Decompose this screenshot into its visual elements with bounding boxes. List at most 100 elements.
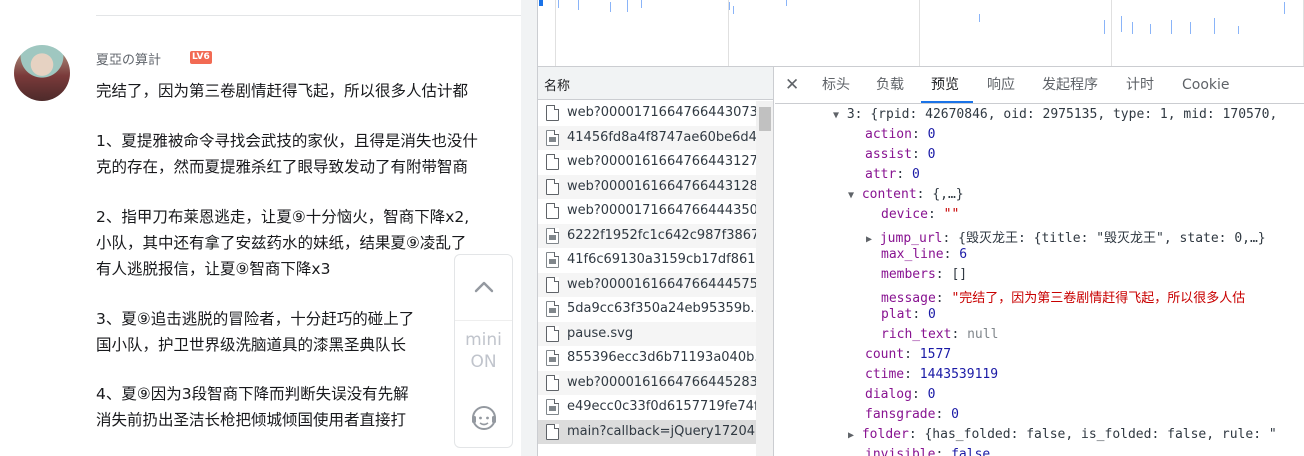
comment-username[interactable]: 夏亞の算計 [96,49,161,68]
comment-text-line: 4、夏⑨因为3段智商下降而判断失误没有先解 [96,385,409,403]
image-file-icon [546,399,559,415]
comment-section: 夏亞の算計 LV6 完结了，因为第三卷剧情赶得飞起，所以很多人估计都 1、夏提雅… [0,0,521,456]
divider [455,320,512,321]
request-name: pause.svg [567,325,634,341]
tab-response[interactable]: 响应 [987,67,1015,104]
tree-field-dialog: dialog: 0 [865,387,936,402]
request-name: 6222f1952fc1c642c987f3867 [567,227,756,243]
request-row[interactable]: web?0000161664766444575 [538,272,756,297]
tree-field-assist: assist: 0 [865,147,936,162]
expand-triangle-icon[interactable]: ▼ [848,190,854,201]
expand-triangle-icon[interactable]: ▶ [848,430,854,441]
tree-value: null [967,327,999,342]
tree-node-content[interactable]: ▼ content: {,…} [848,187,964,202]
request-name: web?0000161664766443127 [567,154,756,169]
request-row[interactable]: web?0000161664766445283 [538,370,756,395]
tree-value: 1577 [919,347,952,362]
tree-field-action: action: 0 [865,127,936,142]
level-badge: LV6 [190,51,212,64]
divider [96,15,521,16]
request-row[interactable]: web?0000171664766443073 [538,101,756,126]
tree-field-fansgrade: fansgrade: 0 [865,407,959,422]
doc-icon [546,374,559,391]
doc-icon [546,154,559,170]
doc-icon [546,105,559,121]
panel-resizer[interactable] [521,0,538,456]
tree-value: 3: {rpid: 42670846, oid: 2975135, type: … [846,107,1278,122]
tree-field-plat: plat: 0 [881,307,936,322]
mini-player-toggle[interactable]: mini ON [455,329,512,373]
comment-text-line: 国小队，护卫世界级洗脑道具的漆黑圣典队长 [96,336,407,354]
tree-value: 0 [927,147,936,162]
close-icon[interactable]: ✕ [785,75,799,95]
tab-initiator[interactable]: 发起程序 [1042,67,1098,104]
tab-cookies[interactable]: Cookie [1182,67,1230,104]
request-row[interactable]: e49ecc0c33f0d6157719fe74f [538,395,756,420]
svg-file-icon [546,325,559,342]
doc-icon [546,423,559,440]
image-file-icon [546,301,559,317]
doc-icon [546,178,559,195]
request-row[interactable]: 6222f1952fc1c642c987f3867 [538,223,756,248]
request-row[interactable]: main?callback=jQuery17204 [538,419,756,444]
comment-text-line: 小队，其中还有拿了安兹药水的妹纸，结果夏⑨凌乱了 [96,234,467,252]
tree-value: "完结了，因为第三卷剧情赶得飞起，所以很多人估 [951,291,1246,306]
tree-field-attr: attr: 0 [865,167,920,182]
tab-headers[interactable]: 标头 [822,67,850,104]
request-name: 41456fd8a4f8747ae60be6d4 [567,129,756,145]
request-row[interactable]: web?0000161664766443127 [538,150,756,175]
scrollbar[interactable] [756,101,773,456]
tab-preview[interactable]: 预览 [931,67,959,104]
doc-icon [546,203,559,219]
network-overview-timeline[interactable] [538,0,1304,67]
image-file-icon [546,350,559,366]
tab-payload[interactable]: 负载 [876,67,904,104]
image-file-icon [546,252,559,268]
tree-node-reply[interactable]: ▼ 3: {rpid: 42670846, oid: 2975135, type… [833,107,1277,122]
image-file-icon [546,129,559,146]
tree-value: false [951,447,991,456]
tree-value: {,…} [932,187,964,202]
tree-field-device: device: "" [881,207,960,222]
active-tab-indicator [921,101,973,103]
request-row[interactable]: 5da9cc63f350a24eb95359b.. [538,297,756,322]
on-label: ON [470,352,497,372]
expand-triangle-icon[interactable]: ▼ [833,110,839,121]
chevron-up-icon[interactable] [472,275,496,299]
request-name: main?callback=jQuery17204 [567,423,755,439]
request-row[interactable]: 41456fd8a4f8747ae60be6d4 [538,125,756,150]
tree-node-jump-url[interactable]: ▶ jump_url: {毁灭龙王: {title: "毁灭龙王", state… [866,227,1266,246]
request-row[interactable]: web?0000161664766443128 [538,174,756,199]
tab-timing[interactable]: 计时 [1126,67,1154,104]
comment-text-line: 消失前扔出圣洁长枪把倾城倾国使用者直接打 [96,411,407,429]
comment-text-line: 克的存在，然而夏提雅杀红了眼导致发动了有附带智商 [96,158,469,176]
request-row[interactable]: pause.svg [538,321,756,346]
image-file-icon [546,227,559,244]
request-name: 41f6c69130a3159cb17df861. [567,252,756,267]
request-row[interactable]: web?0000171664766444350 [538,199,756,224]
tree-value: 1443539119 [919,367,999,382]
avatar[interactable] [14,45,70,101]
detail-tabbar: ✕ 标头 负载 预览 响应 发起程序 计时 Cookie [775,67,1304,104]
comment-text-line: 2、指甲刀布莱恩逃走，让夏⑨十分恼火，智商下降x2, [96,208,470,226]
comment-text-line: 1、夏提雅被命令寻找会武技的家伙，且得是消失也没什 [96,132,478,150]
tree-value: 6 [959,247,968,262]
scrollbar-thumb[interactable] [759,107,771,131]
tree-node-folder[interactable]: ▶ folder: {has_folded: false, is_folded:… [848,427,1277,442]
request-row[interactable]: 855396ecc3d6b71193a040b. [538,346,756,371]
name-column-header[interactable]: 名称 [538,67,773,100]
expand-triangle-icon[interactable]: ▶ [866,234,872,245]
request-name-column: 名称 web?0000171664766443073 41456fd8a4f87… [538,67,774,456]
customer-service-icon[interactable] [469,403,499,433]
comment-text-line: 有人逃脱报信，让夏⑨智商下降x3 [96,260,331,278]
tree-field-message: message: "完结了，因为第三卷剧情赶得飞起，所以很多人估 [881,291,1246,306]
floating-toolbar: mini ON [454,254,513,448]
request-name: web?0000171664766443073 [567,105,756,120]
tree-field-rich-text: rich_text: null [881,327,999,342]
tree-field-invisible: invisible: false [865,447,990,456]
request-name: 5da9cc63f350a24eb95359b.. [567,301,756,316]
tree-field-max-line: max_line: 6 [881,247,968,262]
request-row[interactable]: 41f6c69130a3159cb17df861. [538,248,756,273]
tree-value: {has_folded: false, is_folded: false, ru… [924,427,1277,442]
doc-icon [546,276,559,293]
